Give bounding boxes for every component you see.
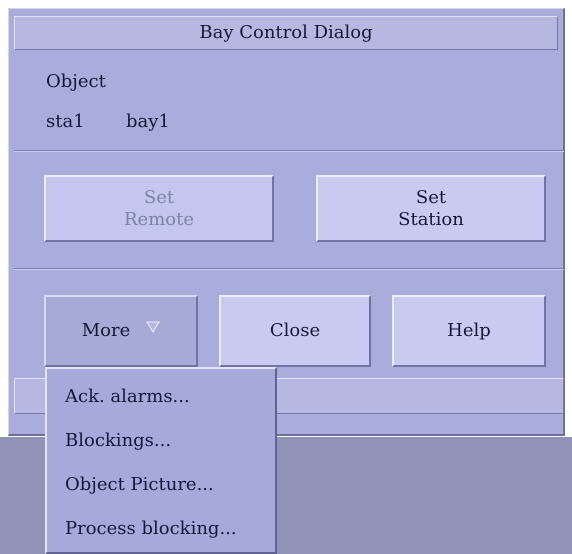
more-label: More bbox=[81, 320, 131, 341]
set-remote-label-line2: Remote bbox=[124, 208, 194, 230]
help-button[interactable]: Help bbox=[392, 295, 546, 367]
set-station-button[interactable]: Set Station bbox=[316, 175, 546, 242]
dialog-title: Bay Control Dialog bbox=[199, 22, 373, 43]
set-station-label-line1: Set bbox=[415, 186, 447, 208]
menu-item-process-blocking[interactable]: Process blocking... bbox=[47, 507, 275, 551]
object-label: Object bbox=[46, 71, 106, 92]
help-label: Help bbox=[447, 320, 491, 341]
dialog-title-bar[interactable]: Bay Control Dialog bbox=[14, 16, 558, 50]
menu-item-object-picture[interactable]: Object Picture... bbox=[47, 463, 275, 507]
menu-item-ack-alarms[interactable]: Ack. alarms... bbox=[47, 375, 275, 419]
close-button[interactable]: Close bbox=[219, 295, 371, 367]
more-button[interactable]: More bbox=[44, 295, 198, 367]
close-label: Close bbox=[269, 320, 321, 341]
set-station-label-line2: Station bbox=[398, 208, 464, 230]
more-dropdown-menu: Ack. alarms... Blockings... Object Pictu… bbox=[45, 367, 277, 554]
set-remote-button[interactable]: Set Remote bbox=[44, 175, 274, 242]
separator-top bbox=[14, 150, 564, 152]
set-remote-label-line1: Set bbox=[143, 186, 175, 208]
bay-name: bay1 bbox=[126, 111, 170, 132]
dropdown-triangle-icon bbox=[146, 321, 161, 333]
menu-item-blockings[interactable]: Blockings... bbox=[47, 419, 275, 463]
separator-bottom bbox=[14, 268, 564, 270]
station-name: sta1 bbox=[46, 111, 85, 132]
